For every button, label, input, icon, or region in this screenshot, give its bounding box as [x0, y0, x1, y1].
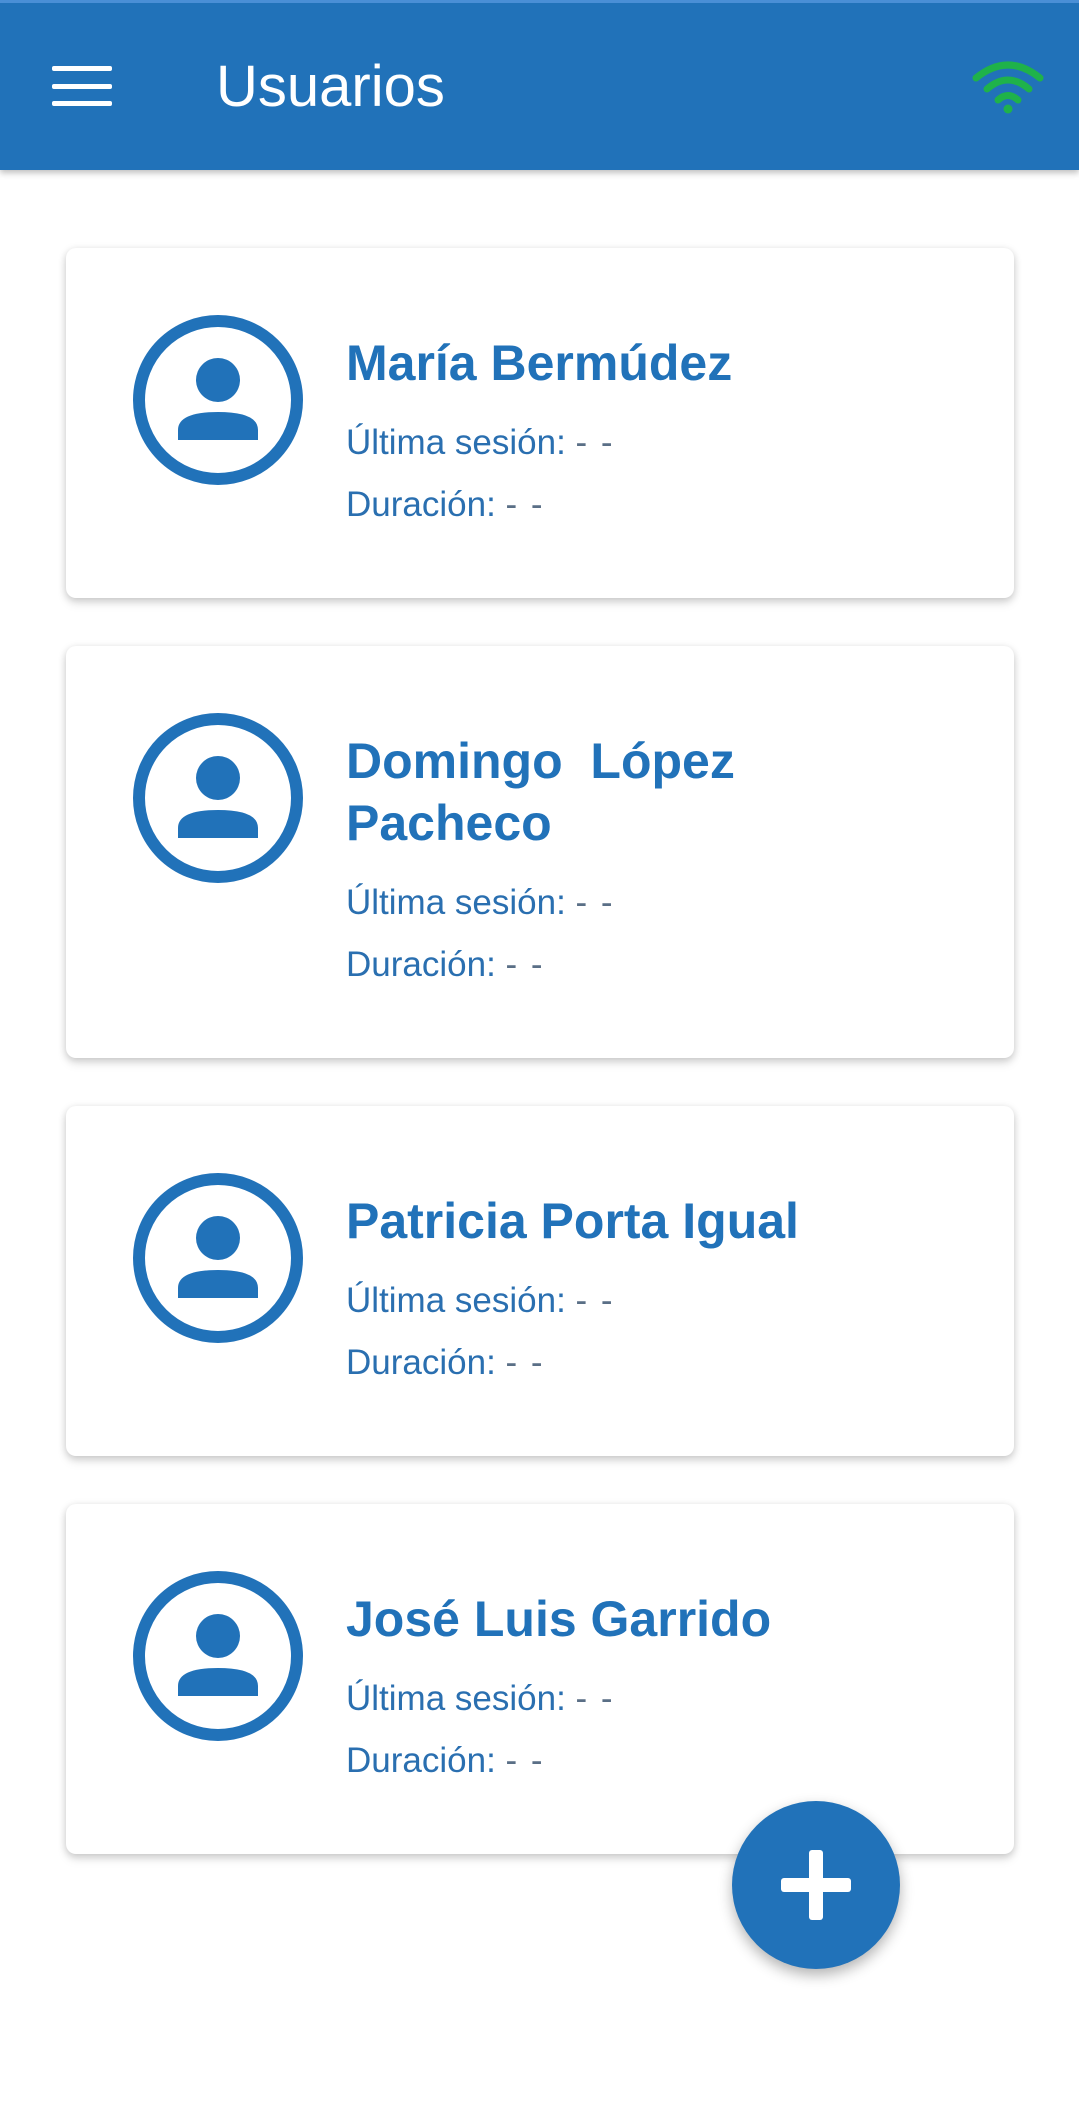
last-session-value: - -	[575, 423, 615, 462]
plus-icon	[781, 1850, 851, 1920]
app-bar-top-line	[0, 0, 1079, 3]
wifi-icon	[972, 61, 1044, 114]
app-bar: Usuarios	[0, 0, 1079, 170]
duration-label: Duración:	[346, 485, 496, 524]
last-session-value: - -	[575, 1679, 615, 1718]
user-avatar-icon	[133, 1173, 303, 1343]
duration-row: Duración: - -	[346, 1730, 954, 1792]
duration-value: - -	[505, 1741, 545, 1780]
duration-label: Duración:	[346, 945, 496, 984]
duration-row: Duración: - -	[346, 474, 954, 536]
last-session-label: Última sesión:	[346, 883, 566, 922]
user-avatar-icon	[133, 315, 303, 485]
last-session-label: Última sesión:	[346, 423, 566, 462]
user-name: José Luis Garrido	[346, 1591, 772, 1647]
duration-label: Duración:	[346, 1343, 496, 1382]
duration-value: - -	[505, 485, 545, 524]
last-session-row: Última sesión: - -	[346, 412, 954, 474]
user-card[interactable]: Domingo López Pacheco Última sesión: - -…	[66, 646, 1014, 1058]
duration-label: Duración:	[346, 1741, 496, 1780]
user-name: Domingo López Pacheco	[346, 733, 749, 851]
page-title: Usuarios	[216, 54, 445, 119]
duration-row: Duración: - -	[346, 934, 954, 996]
last-session-label: Última sesión:	[346, 1679, 566, 1718]
last-session-row: Última sesión: - -	[346, 1668, 954, 1730]
user-card[interactable]: José Luis Garrido Última sesión: - - Dur…	[66, 1504, 1014, 1854]
last-session-row: Última sesión: - -	[346, 872, 954, 934]
user-name: María Bermúdez	[346, 335, 733, 391]
last-session-row: Última sesión: - -	[346, 1270, 954, 1332]
user-avatar-icon	[133, 713, 303, 883]
duration-value: - -	[505, 1343, 545, 1382]
duration-row: Duración: - -	[346, 1332, 954, 1394]
last-session-value: - -	[575, 883, 615, 922]
add-user-button[interactable]	[732, 1801, 900, 1969]
user-avatar-icon	[133, 1571, 303, 1741]
last-session-value: - -	[575, 1281, 615, 1320]
last-session-label: Última sesión:	[346, 1281, 566, 1320]
hamburger-menu-icon[interactable]	[52, 66, 112, 106]
duration-value: - -	[505, 945, 545, 984]
user-list: María Bermúdez Última sesión: - - Duraci…	[66, 248, 1014, 1902]
user-name: Patricia Porta Igual	[346, 1193, 799, 1249]
user-card[interactable]: María Bermúdez Última sesión: - - Duraci…	[66, 248, 1014, 598]
user-card[interactable]: Patricia Porta Igual Última sesión: - - …	[66, 1106, 1014, 1456]
